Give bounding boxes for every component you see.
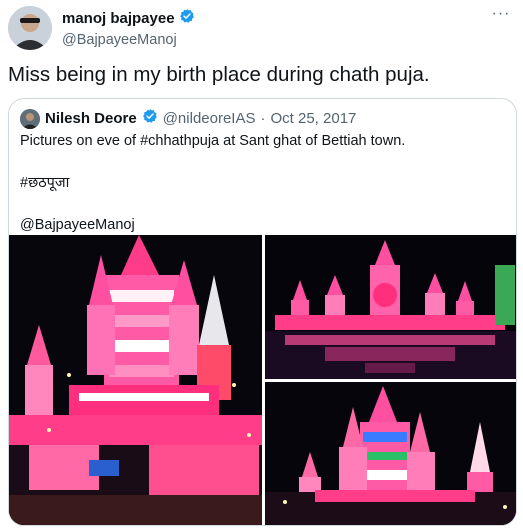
quoted-tweet-date: Oct 25, 2017 [270, 110, 357, 127]
author-handle[interactable]: @BajpayeeManoj [62, 32, 195, 48]
quoted-tweet-body: Pictures on eve of #chhathpuja at Sant g… [20, 131, 405, 236]
hashtag-link[interactable]: #छठपूजा [20, 173, 405, 194]
author-name[interactable]: manoj bajpayee [62, 10, 175, 27]
more-icon[interactable]: ··· [489, 6, 513, 26]
verified-badge-icon [142, 108, 158, 129]
media-grid [9, 235, 516, 525]
quoted-tweet-line: Pictures on eve of #chhathpuja at Sant g… [20, 133, 406, 149]
tweet-header: manoj bajpayee @BajpayeeManoj ··· [8, 4, 515, 50]
quoted-author-avatar [20, 108, 40, 129]
quoted-author-name: Nilesh Deore [45, 110, 137, 127]
media-photo-2[interactable] [265, 235, 516, 379]
mention-link[interactable]: @BajpayeeManoj [20, 215, 405, 236]
meta-separator: · [260, 110, 266, 127]
quoted-tweet[interactable]: Nilesh Deore @nildeoreIAS · Oct 25, 2017… [8, 98, 517, 526]
author-avatar[interactable] [8, 6, 52, 50]
author-info: manoj bajpayee @BajpayeeManoj [62, 8, 195, 48]
verified-badge-icon [179, 8, 195, 29]
tweet-text: Miss being in my birth place during chat… [8, 63, 430, 86]
quoted-tweet-header: Nilesh Deore @nildeoreIAS · Oct 25, 2017 [20, 108, 356, 129]
quoted-author-handle: @nildeoreIAS [162, 110, 256, 127]
media-photo-1[interactable] [9, 235, 262, 525]
media-photo-3[interactable] [265, 382, 516, 525]
